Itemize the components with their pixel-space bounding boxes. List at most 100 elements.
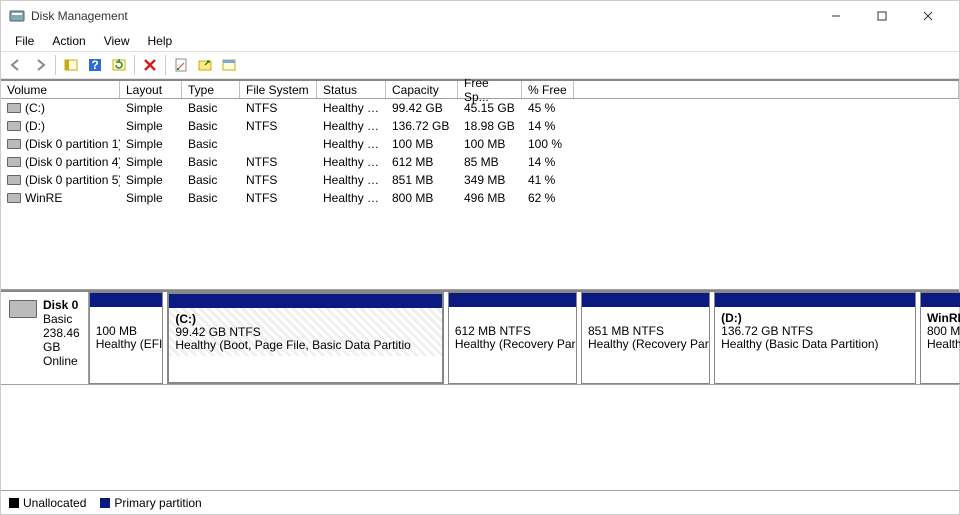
volume-status: Healthy (R... — [317, 155, 386, 169]
partition-bar: 100 MBHealthy (EFI Sy(C:)99.42 GB NTFSHe… — [89, 292, 960, 384]
partition-stripe — [169, 294, 441, 308]
volume-icon — [7, 103, 21, 113]
column-percent-free[interactable]: % Free — [522, 81, 574, 98]
show-hide-console-button[interactable] — [60, 54, 82, 76]
column-volume[interactable]: Volume — [1, 81, 120, 98]
partition[interactable]: 612 MB NTFSHealthy (Recovery Par — [448, 292, 577, 384]
menu-view[interactable]: View — [96, 32, 138, 50]
column-filesystem[interactable]: File System — [240, 81, 317, 98]
volume-layout: Simple — [120, 191, 182, 205]
volume-pct: 45 % — [522, 101, 574, 115]
disk-summary[interactable]: Disk 0 Basic 238.46 GB Online — [1, 292, 89, 384]
menu-file[interactable]: File — [7, 32, 42, 50]
menu-action[interactable]: Action — [44, 32, 93, 50]
primary-swatch-icon — [100, 498, 110, 508]
partition-status: Healthy (Boot, Page File, Basic Data Par… — [175, 339, 435, 352]
volume-row[interactable]: (Disk 0 partition 1)SimpleBasic Healthy (… — [1, 135, 959, 153]
volume-fs: NTFS — [240, 173, 317, 187]
unallocated-swatch-icon — [9, 498, 19, 508]
legend: Unallocated Primary partition — [1, 490, 959, 514]
volume-pct: 14 % — [522, 155, 574, 169]
nav-forward-button[interactable] — [29, 54, 51, 76]
volume-row[interactable]: (Disk 0 partition 5)SimpleBasicNTFSHealt… — [1, 171, 959, 189]
volume-row[interactable]: WinRESimpleBasicNTFSHealthy (R...800 MB4… — [1, 189, 959, 207]
volume-pct: 62 % — [522, 191, 574, 205]
column-spacer — [574, 81, 959, 98]
column-capacity[interactable]: Capacity — [386, 81, 458, 98]
volume-name: WinRE — [25, 191, 62, 205]
partition-stripe — [921, 293, 960, 307]
volume-status: Healthy (E... — [317, 137, 386, 151]
partition[interactable]: WinRE800 MB NTFSHealthy (Recovery Partit — [920, 292, 960, 384]
volume-pct: 100 % — [522, 137, 574, 151]
column-free-space[interactable]: Free Sp... — [458, 81, 522, 98]
volume-type: Basic — [182, 137, 240, 151]
volume-status: Healthy (R... — [317, 191, 386, 205]
volume-capacity: 800 MB — [386, 191, 458, 205]
volume-pct: 14 % — [522, 119, 574, 133]
properties-button[interactable] — [170, 54, 192, 76]
volume-status: Healthy (R... — [317, 173, 386, 187]
volume-fs: NTFS — [240, 155, 317, 169]
volume-fs: NTFS — [240, 119, 317, 133]
partition-status: Healthy (Basic Data Partition) — [721, 338, 909, 351]
legend-primary: Primary partition — [100, 496, 201, 510]
volume-icon — [7, 175, 21, 185]
window-title: Disk Management — [31, 9, 813, 23]
title-bar: Disk Management — [1, 1, 959, 31]
help-button[interactable]: ? — [84, 54, 106, 76]
volume-row[interactable]: (D:)SimpleBasicNTFSHealthy (B...136.72 G… — [1, 117, 959, 135]
partition-status: Healthy (Recovery Parti — [588, 338, 703, 351]
volume-type: Basic — [182, 173, 240, 187]
partition[interactable]: 100 MBHealthy (EFI Sy — [89, 292, 164, 384]
column-status[interactable]: Status — [317, 81, 386, 98]
volume-name: (Disk 0 partition 5) — [25, 173, 120, 187]
svg-text:?: ? — [91, 58, 98, 72]
volume-name: (Disk 0 partition 1) — [25, 137, 120, 151]
partition-stripe — [449, 293, 576, 307]
volume-free: 85 MB — [458, 155, 522, 169]
empty-disk-area — [1, 384, 959, 490]
volume-row[interactable]: (Disk 0 partition 4)SimpleBasicNTFSHealt… — [1, 153, 959, 171]
volume-icon — [7, 157, 21, 167]
toolbar-separator — [134, 55, 135, 75]
maximize-button[interactable] — [859, 1, 905, 31]
partition[interactable]: 851 MB NTFSHealthy (Recovery Parti — [581, 292, 710, 384]
refresh-button[interactable] — [108, 54, 130, 76]
partition-stripe — [90, 293, 163, 307]
volume-capacity: 100 MB — [386, 137, 458, 151]
disk-type: Basic — [43, 312, 80, 326]
close-button[interactable] — [905, 1, 951, 31]
explore-button[interactable] — [194, 54, 216, 76]
volume-free: 100 MB — [458, 137, 522, 151]
partition[interactable]: (D:)136.72 GB NTFSHealthy (Basic Data Pa… — [714, 292, 916, 384]
volume-icon — [7, 193, 21, 203]
volume-free: 349 MB — [458, 173, 522, 187]
volume-fs: NTFS — [240, 101, 317, 115]
legend-unallocated: Unallocated — [9, 496, 86, 510]
volume-icon — [7, 121, 21, 131]
volume-list: Volume Layout Type File System Status Ca… — [1, 79, 959, 290]
volume-pct: 41 % — [522, 173, 574, 187]
partition-status: Healthy (Recovery Partit — [927, 338, 960, 351]
menu-help[interactable]: Help — [140, 32, 181, 50]
volume-status: Healthy (B... — [317, 119, 386, 133]
volume-capacity: 99.42 GB — [386, 101, 458, 115]
volume-capacity: 851 MB — [386, 173, 458, 187]
column-layout[interactable]: Layout — [120, 81, 182, 98]
volume-name: (D:) — [25, 119, 45, 133]
column-type[interactable]: Type — [182, 81, 240, 98]
delete-button[interactable] — [139, 54, 161, 76]
volume-layout: Simple — [120, 155, 182, 169]
volume-layout: Simple — [120, 137, 182, 151]
toolbar-separator — [55, 55, 56, 75]
volume-type: Basic — [182, 119, 240, 133]
settings-button[interactable] — [218, 54, 240, 76]
volume-capacity: 612 MB — [386, 155, 458, 169]
disk-icon — [9, 300, 37, 318]
volume-list-body[interactable]: (C:)SimpleBasicNTFSHealthy (B...99.42 GB… — [1, 99, 959, 289]
partition[interactable]: (C:)99.42 GB NTFSHealthy (Boot, Page Fil… — [167, 292, 443, 384]
minimize-button[interactable] — [813, 1, 859, 31]
volume-layout: Simple — [120, 119, 182, 133]
nav-back-button[interactable] — [5, 54, 27, 76]
